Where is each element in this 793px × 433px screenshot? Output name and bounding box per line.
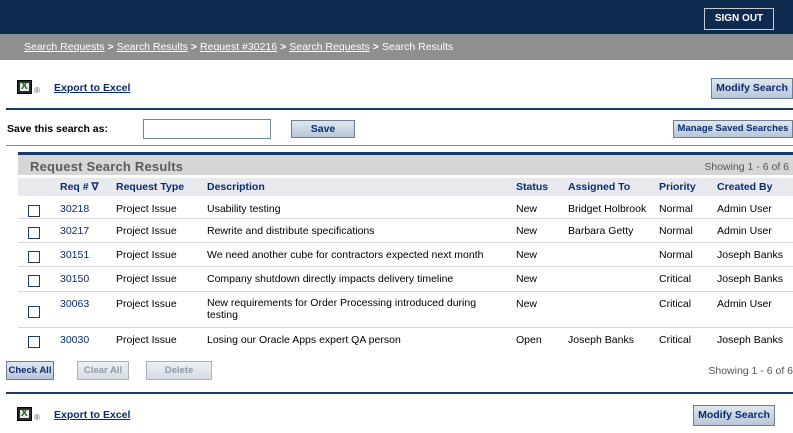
check-all-button[interactable]: Check All <box>6 361 54 380</box>
row-checkbox[interactable] <box>28 251 40 263</box>
row-checkbox[interactable] <box>28 275 40 287</box>
breadcrumb-link-request[interactable]: Request #30216 <box>200 41 277 53</box>
req-number[interactable]: 30218 <box>60 203 89 215</box>
results-count-bottom: Showing 1 - 6 of 6 <box>708 365 793 377</box>
excel-icon[interactable] <box>17 80 32 94</box>
breadcrumb-separator: > <box>107 41 114 53</box>
breadcrumb: Search Requests > Search Results > Request #… <box>24 41 453 53</box>
request-type: Project Issue <box>116 273 177 285</box>
breadcrumb-separator: > <box>280 41 287 53</box>
results-count-top: Showing 1 - 6 of 6 <box>704 161 789 173</box>
status: New <box>516 225 538 237</box>
column-header-req[interactable]: Req # ∇ <box>60 181 99 193</box>
export-to-excel-link[interactable]: Export to Excel <box>54 82 130 94</box>
status: New <box>516 298 538 310</box>
description: Company shutdown directly impacts delive… <box>207 273 454 285</box>
table-header: Req # ∇ Request Type Description Status … <box>18 178 793 196</box>
description: Usability testing <box>207 203 281 215</box>
row-checkbox[interactable] <box>28 205 40 217</box>
assigned-to: Barbara Getty <box>568 225 634 237</box>
priority: Critical <box>659 334 692 346</box>
row-checkbox[interactable] <box>28 227 40 239</box>
assigned-to: Bridget Holbrook <box>568 203 647 215</box>
priority: Critical <box>659 298 692 310</box>
breadcrumb-link-search-requests[interactable]: Search Requests <box>24 41 105 53</box>
created-by: Joseph Banks <box>717 334 783 346</box>
created-by: Joseph Banks <box>717 249 783 261</box>
modify-search-button[interactable]: Modify Search <box>693 405 775 426</box>
table-row: 30150 Project Issue Company shutdown dir… <box>18 267 793 292</box>
request-type: Project Issue <box>116 249 177 261</box>
save-button[interactable]: Save <box>291 120 355 138</box>
delete-button[interactable]: Delete <box>146 361 212 380</box>
description: Rewrite and distribute specifications <box>207 225 375 237</box>
column-header-assigned-to[interactable]: Assigned To <box>568 181 630 193</box>
status: New <box>516 249 538 261</box>
req-number[interactable]: 30151 <box>60 249 89 261</box>
save-search-label: Save this search as: <box>7 123 108 135</box>
description: New requirements for Order Processing in… <box>207 297 477 321</box>
request-type: Project Issue <box>116 334 177 346</box>
priority: Normal <box>659 203 693 215</box>
table-row: 30218 Project Issue Usability testing Ne… <box>18 197 793 219</box>
divider <box>6 392 793 394</box>
request-type: Project Issue <box>116 203 177 215</box>
status: Open <box>516 334 542 346</box>
column-header-request-type[interactable]: Request Type <box>116 181 184 193</box>
row-checkbox[interactable] <box>28 336 40 348</box>
req-number[interactable]: 30030 <box>60 334 89 346</box>
breadcrumb-link-search-results[interactable]: Search Results <box>117 41 188 53</box>
sign-out-button[interactable]: SIGN OUT <box>704 8 774 30</box>
req-number[interactable]: 30063 <box>60 298 89 310</box>
export-to-excel-link[interactable]: Export to Excel <box>54 409 130 421</box>
created-by: Joseph Banks <box>717 273 783 285</box>
assigned-to: Joseph Banks <box>568 334 634 346</box>
breadcrumb-link-search-requests-2[interactable]: Search Requests <box>289 41 370 53</box>
priority: Critical <box>659 273 692 285</box>
status: New <box>516 203 538 215</box>
breadcrumb-current: Search Results <box>381 41 454 53</box>
registered-icon: ® <box>34 86 40 95</box>
manage-saved-searches-button[interactable]: Manage Saved Searches <box>673 120 793 138</box>
req-number[interactable]: 30150 <box>60 273 89 285</box>
clear-all-button[interactable]: Clear All <box>77 361 129 380</box>
results-header: Request Search Results Showing 1 - 6 of … <box>18 152 793 175</box>
description: We need another cube for contractors exp… <box>207 249 484 261</box>
save-search-input[interactable] <box>143 119 271 139</box>
req-number[interactable]: 30217 <box>60 225 89 237</box>
row-checkbox[interactable] <box>28 306 40 318</box>
column-header-created-by[interactable]: Created By <box>717 181 772 193</box>
top-bar: SIGN OUT <box>0 0 793 34</box>
divider <box>6 145 793 146</box>
created-by: Admin User <box>717 225 772 237</box>
table-row: 30063 Project Issue New requirements for… <box>18 292 793 328</box>
divider <box>6 108 793 110</box>
modify-search-button[interactable]: Modify Search <box>711 78 793 99</box>
request-type: Project Issue <box>116 225 177 237</box>
created-by: Admin User <box>717 298 772 310</box>
column-header-description[interactable]: Description <box>207 181 265 193</box>
table-row: 30151 Project Issue We need another cube… <box>18 243 793 267</box>
table-row: 30030 Project Issue Losing our Oracle Ap… <box>18 328 793 351</box>
table-row: 30217 Project Issue Rewrite and distribu… <box>18 219 793 243</box>
breadcrumb-separator: > <box>372 41 379 53</box>
excel-icon[interactable] <box>17 407 32 421</box>
description: Losing our Oracle Apps expert QA person <box>207 334 401 346</box>
priority: Normal <box>659 249 693 261</box>
column-header-priority[interactable]: Priority <box>659 181 696 193</box>
results-title: Request Search Results <box>30 159 184 174</box>
breadcrumb-bar: Search Requests > Search Results > Request #… <box>0 34 793 60</box>
breadcrumb-separator: > <box>190 41 198 53</box>
registered-icon: ® <box>34 413 40 422</box>
request-type: Project Issue <box>116 298 177 310</box>
column-header-status[interactable]: Status <box>516 181 548 193</box>
priority: Normal <box>659 225 693 237</box>
status: New <box>516 273 538 285</box>
created-by: Admin User <box>717 203 772 215</box>
